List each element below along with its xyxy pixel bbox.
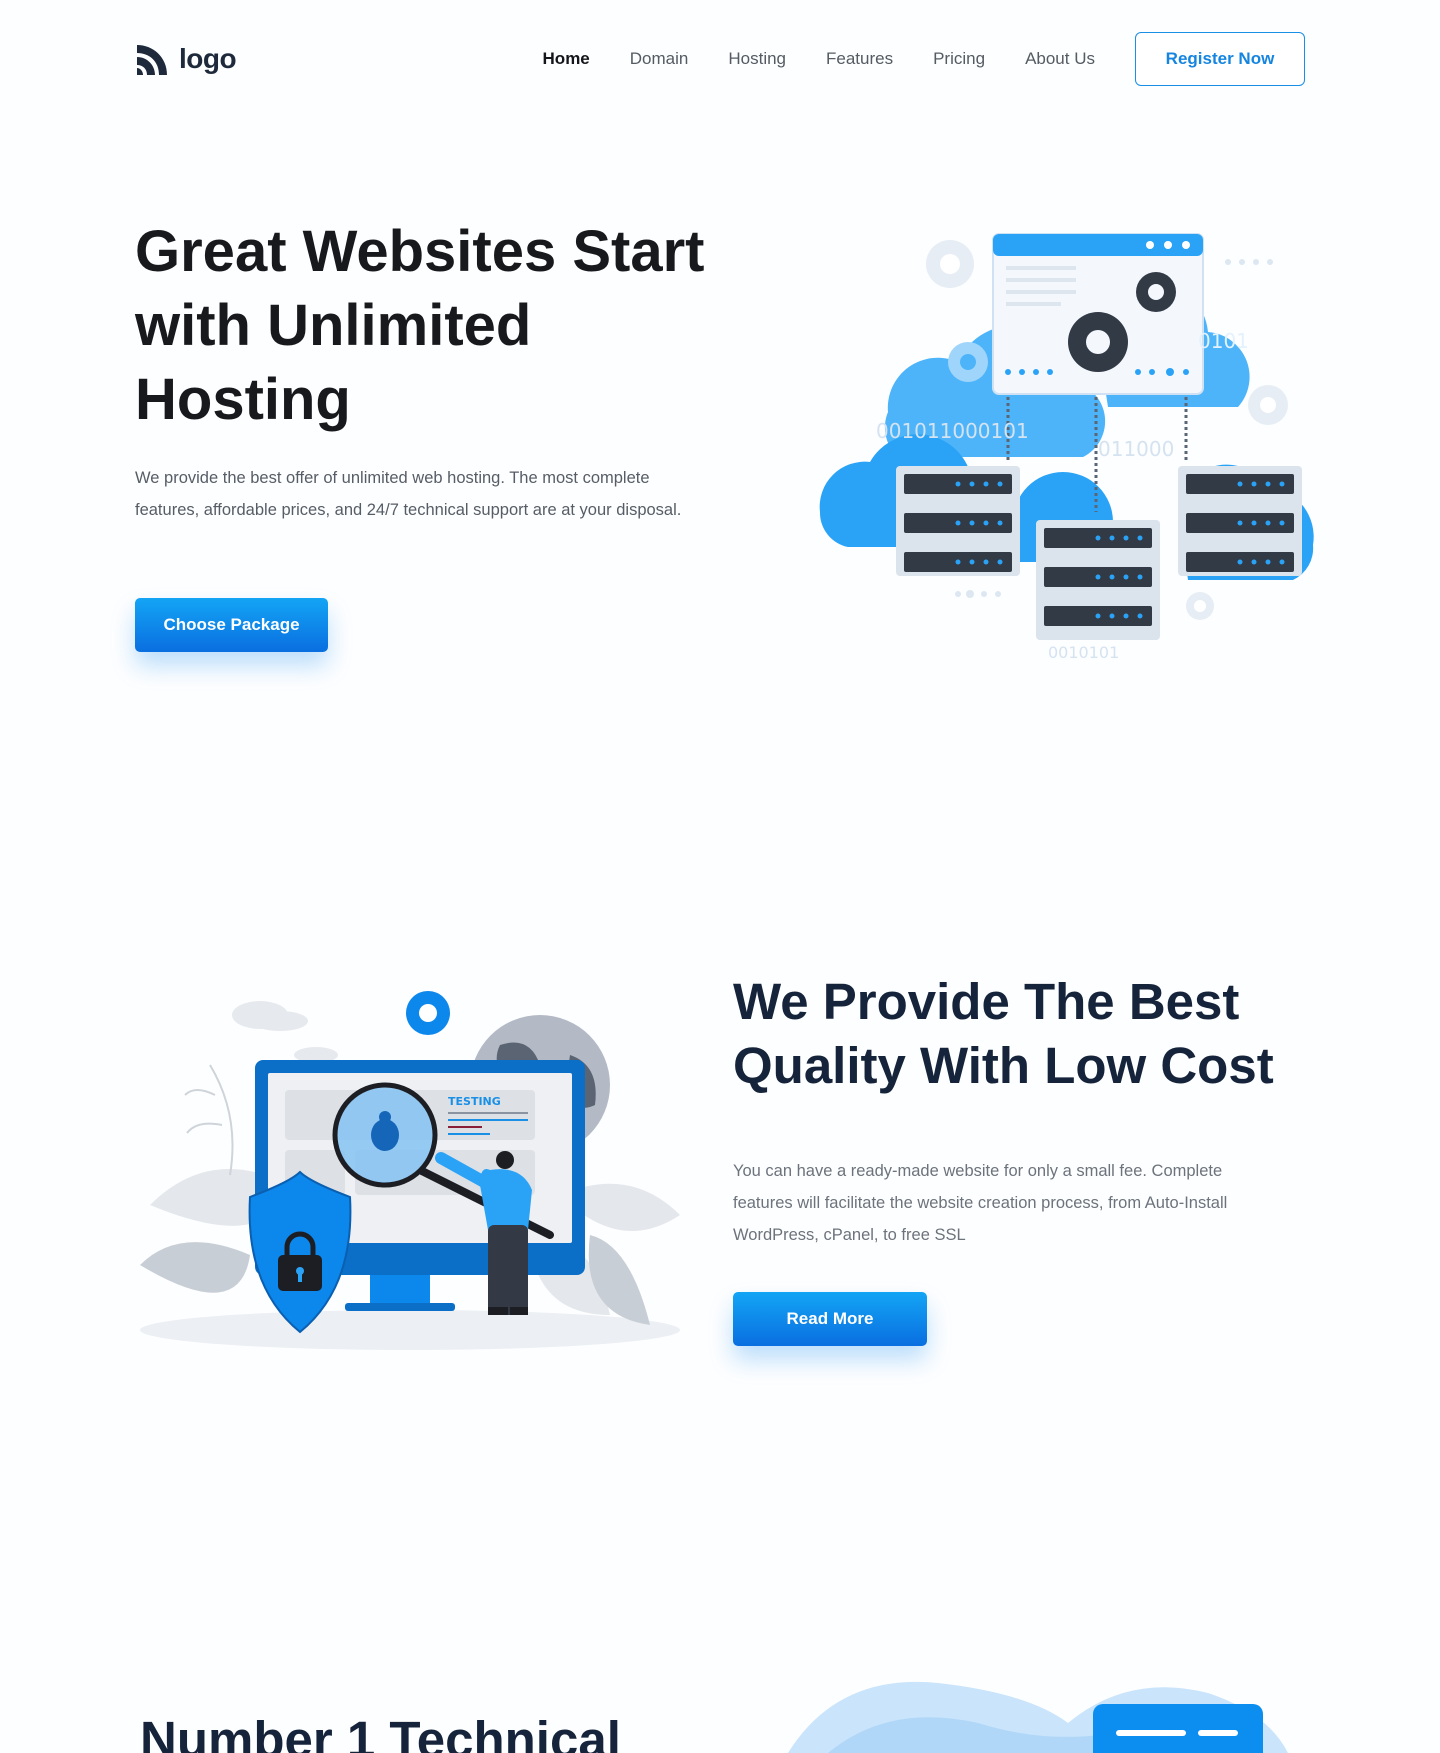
- binary-text: 0010101: [1048, 643, 1119, 662]
- binary-text: 001011000101: [876, 419, 1029, 443]
- binary-text: 011000: [1098, 437, 1174, 461]
- logo-icon: [137, 45, 167, 75]
- top-navbar: logo Home Domain Hosting Features Pricin…: [135, 32, 1305, 86]
- quality-section-description: You can have a ready-made website for on…: [733, 1162, 1228, 1244]
- screen-label: TESTING: [448, 1095, 501, 1108]
- hero-title: Great Websites Start with Unlimited Host…: [135, 219, 705, 432]
- quality-section-title: We Provide The Best Quality With Low Cos…: [733, 973, 1274, 1094]
- nav-item-pricing[interactable]: Pricing: [933, 49, 985, 69]
- hosting-servers-illustration: 001011000101 011000 0101 0010101: [819, 233, 1314, 662]
- choose-package-button[interactable]: Choose Package: [135, 598, 328, 652]
- nav-item-home[interactable]: Home: [543, 49, 590, 69]
- nav-item-about-us[interactable]: About Us: [1025, 49, 1095, 69]
- register-now-button[interactable]: Register Now: [1135, 32, 1305, 86]
- nav-item-hosting[interactable]: Hosting: [728, 49, 786, 69]
- support-section-title: Number 1 Technical: [140, 1711, 621, 1753]
- nav-item-features[interactable]: Features: [826, 49, 893, 69]
- logo-text: logo: [179, 43, 237, 74]
- support-illustration: [788, 1681, 1288, 1753]
- binary-text: 0101: [1198, 329, 1249, 353]
- main-menu: Home Domain Hosting Features Pricing Abo…: [543, 49, 1095, 69]
- logo[interactable]: logo: [135, 41, 237, 77]
- nav-item-domain[interactable]: Domain: [630, 49, 689, 69]
- hero-description: We provide the best offer of unlimited w…: [135, 469, 682, 519]
- read-more-button[interactable]: Read More: [733, 1292, 927, 1346]
- gear-icon: [406, 991, 450, 1035]
- security-testing-illustration: TESTING: [140, 991, 680, 1350]
